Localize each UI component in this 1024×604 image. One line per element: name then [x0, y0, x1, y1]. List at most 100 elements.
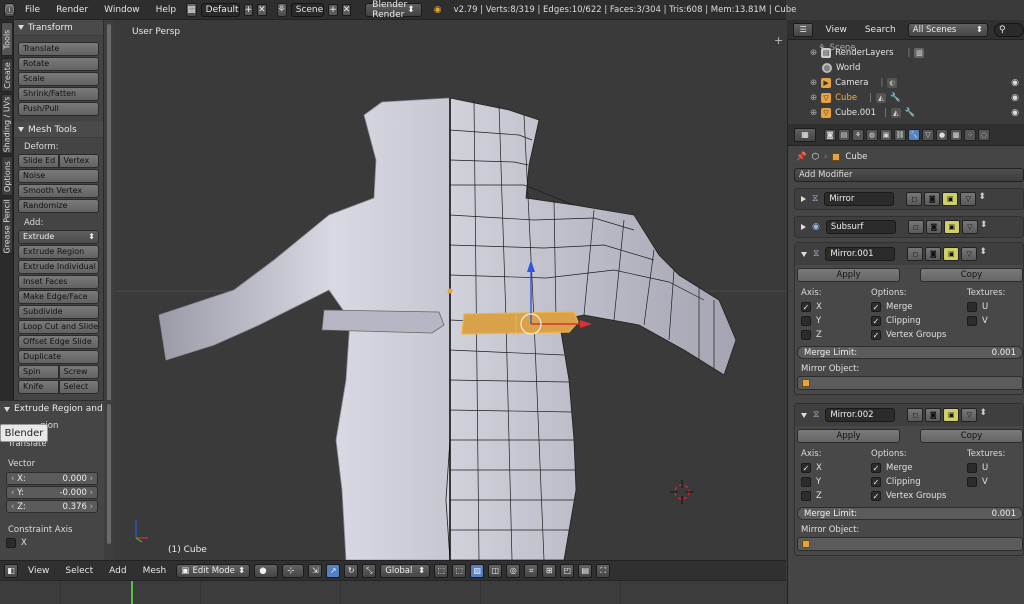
- scene-field[interactable]: Scene: [290, 2, 325, 17]
- material-tab-icon[interactable]: ●: [936, 128, 948, 141]
- clipping-toggle[interactable]: ✓ Clipping: [871, 316, 967, 326]
- editmode-toggle-icon[interactable]: ▣: [943, 247, 960, 261]
- push-pull-button[interactable]: Push/Pull: [18, 102, 99, 116]
- subdivide-button[interactable]: Subdivide: [18, 305, 99, 319]
- rotate-manipulator-icon[interactable]: ↻: [344, 563, 359, 578]
- modifier-name-field[interactable]: Mirror.001: [825, 247, 896, 261]
- texture-u-toggle[interactable]: U: [967, 302, 1024, 312]
- render-toggle-icon[interactable]: ◙: [925, 408, 942, 422]
- layout-field[interactable]: Default: [200, 2, 240, 17]
- menu-view[interactable]: View: [22, 566, 55, 576]
- screen-layout-icon[interactable]: ▦: [186, 2, 197, 17]
- modifier-name-field[interactable]: Mirror: [824, 192, 895, 206]
- outliner-row-cube-001[interactable]: ⊕ ▽ Cube.001 | ◭ 🔧 ◉: [810, 105, 1023, 120]
- physics-tab-icon[interactable]: ◌: [978, 128, 990, 141]
- tab-tools[interactable]: Tools: [1, 22, 13, 56]
- cage-toggle-icon[interactable]: ▽: [961, 220, 978, 234]
- opengl-render-icon[interactable]: ◰: [560, 563, 575, 578]
- render-toggle-icon[interactable]: ◙: [924, 192, 941, 206]
- texture-v-toggle[interactable]: V: [967, 477, 1024, 487]
- opengl-anim-icon[interactable]: ▤: [578, 563, 593, 578]
- 3d-cursor-icon[interactable]: [670, 480, 694, 504]
- 3d-viewport[interactable]: + User Persp (1) Cube: [114, 20, 786, 560]
- vertex-groups-toggle[interactable]: ✓ Vertex Groups: [871, 330, 967, 340]
- vertex-groups-toggle[interactable]: ✓ Vertex Groups: [871, 491, 967, 501]
- constraint-x-checkbox[interactable]: [6, 538, 16, 548]
- transform-panel-header[interactable]: Transform: [14, 20, 103, 36]
- outliner-row-camera[interactable]: ⊕ ▶ Camera | ◐ ◉: [810, 75, 1023, 90]
- scene-icon[interactable]: ⚘: [276, 2, 287, 17]
- world-tab-icon[interactable]: ◍: [866, 128, 878, 141]
- copy-button[interactable]: Copy: [920, 429, 1023, 443]
- collapse-triangle-icon[interactable]: [801, 412, 807, 418]
- outliner-menu-view[interactable]: View: [819, 25, 852, 35]
- inset-faces-button[interactable]: Inset Faces: [18, 275, 99, 289]
- merge-toggle[interactable]: ✓ Merge: [871, 463, 967, 473]
- menu-mesh[interactable]: Mesh: [137, 566, 173, 576]
- vector-y-field[interactable]: Y:-0.000: [6, 486, 98, 499]
- move-up-down-icon[interactable]: ⬍: [980, 220, 988, 234]
- expand-triangle-icon[interactable]: [801, 224, 806, 230]
- make-edge-face-button[interactable]: Make Edge/Face: [18, 290, 99, 304]
- editmode-toggle-icon[interactable]: ▣: [942, 192, 959, 206]
- add-scene-icon[interactable]: +: [328, 3, 338, 16]
- outliner-row-cube[interactable]: ⊕ ▽ Cube | ◭ 🔧 ◉: [810, 90, 1023, 105]
- menu-file[interactable]: File: [19, 5, 46, 15]
- constraints-tab-icon[interactable]: ⛓: [894, 128, 906, 141]
- vector-x-field[interactable]: X:0.000: [6, 472, 98, 485]
- cage-toggle-icon[interactable]: ▽: [961, 408, 978, 422]
- visibility-eye-icon[interactable]: ◉: [1011, 93, 1019, 103]
- axis-y-toggle[interactable]: Y: [801, 316, 871, 326]
- visibility-eye-icon[interactable]: ◉: [1011, 108, 1019, 118]
- cage-toggle-icon[interactable]: ▽: [961, 247, 978, 261]
- add-layout-icon[interactable]: +: [243, 3, 254, 16]
- add-modifier-select[interactable]: Add Modifier: [794, 168, 1024, 182]
- smooth-vertex-button[interactable]: Smooth Vertex: [18, 184, 99, 198]
- menu-window[interactable]: Window: [98, 5, 146, 15]
- mirror-object-field[interactable]: [797, 537, 1023, 551]
- overlay-icon[interactable]: ⛶: [596, 563, 611, 578]
- object-tab-icon[interactable]: ▣: [880, 128, 892, 141]
- render-tab-icon[interactable]: ◙: [824, 128, 836, 141]
- expand-triangle-icon[interactable]: [801, 196, 806, 202]
- mesh-tools-panel-header[interactable]: Mesh Tools: [14, 122, 103, 138]
- collapse-triangle-icon[interactable]: [801, 251, 807, 257]
- scroll-thumb[interactable]: [107, 24, 111, 404]
- copy-button[interactable]: Copy: [920, 268, 1023, 282]
- snap-icon[interactable]: ⌗: [524, 563, 539, 578]
- randomize-button[interactable]: Randomize: [18, 199, 99, 213]
- outliner-display-select[interactable]: All Scenes ⬍: [907, 22, 988, 37]
- rotate-button[interactable]: Rotate: [18, 57, 99, 71]
- remove-scene-icon[interactable]: ✕: [341, 3, 352, 16]
- translate-manipulator-icon[interactable]: ↗: [326, 563, 341, 578]
- render-layers-tab-icon[interactable]: ▤: [838, 128, 850, 141]
- axis-x-toggle[interactable]: ✓ X: [801, 463, 871, 473]
- outliner-row-renderlayers[interactable]: ⊕ ▤ RenderLayers | ▥: [810, 45, 1023, 60]
- particles-tab-icon[interactable]: ⁘: [964, 128, 976, 141]
- constraint-x-row[interactable]: X: [0, 535, 104, 551]
- tab-shading-uvs[interactable]: Shading / UVs: [1, 94, 13, 154]
- noise-button[interactable]: Noise: [18, 169, 99, 183]
- editmode-toggle-icon[interactable]: ▣: [943, 220, 960, 234]
- loop-cut-slide-button[interactable]: Loop Cut and Slide: [18, 320, 99, 334]
- outliner-row-world[interactable]: ◍ World: [822, 60, 860, 75]
- edge-select-icon[interactable]: ⬚: [452, 563, 467, 578]
- realtime-toggle-icon[interactable]: ◻: [907, 220, 924, 234]
- scale-manipulator-icon[interactable]: ⤡: [362, 563, 377, 578]
- screw-button[interactable]: Screw: [58, 365, 99, 379]
- realtime-toggle-icon[interactable]: ◻: [907, 247, 924, 261]
- texture-u-toggle[interactable]: U: [967, 463, 1024, 473]
- editor-type-3d-icon[interactable]: ◧: [4, 563, 18, 578]
- outliner-menu-search[interactable]: Search: [859, 25, 902, 35]
- editor-type-button[interactable]: ⓘ: [4, 2, 16, 17]
- menu-help[interactable]: Help: [150, 5, 183, 15]
- duplicate-button[interactable]: Duplicate: [18, 350, 99, 364]
- realtime-toggle-icon[interactable]: ◻: [906, 192, 923, 206]
- properties-editor-icon[interactable]: ▦: [794, 127, 816, 142]
- viewport-shading-select[interactable]: ●: [254, 563, 279, 578]
- move-up-down-icon[interactable]: ⬍: [978, 192, 986, 206]
- realtime-toggle-icon[interactable]: ◻: [907, 408, 924, 422]
- offset-edge-slide-button[interactable]: Offset Edge Slide: [18, 335, 99, 349]
- limit-selection-icon[interactable]: ◫: [488, 563, 503, 578]
- modifier-name-field[interactable]: Subsurf: [825, 220, 896, 234]
